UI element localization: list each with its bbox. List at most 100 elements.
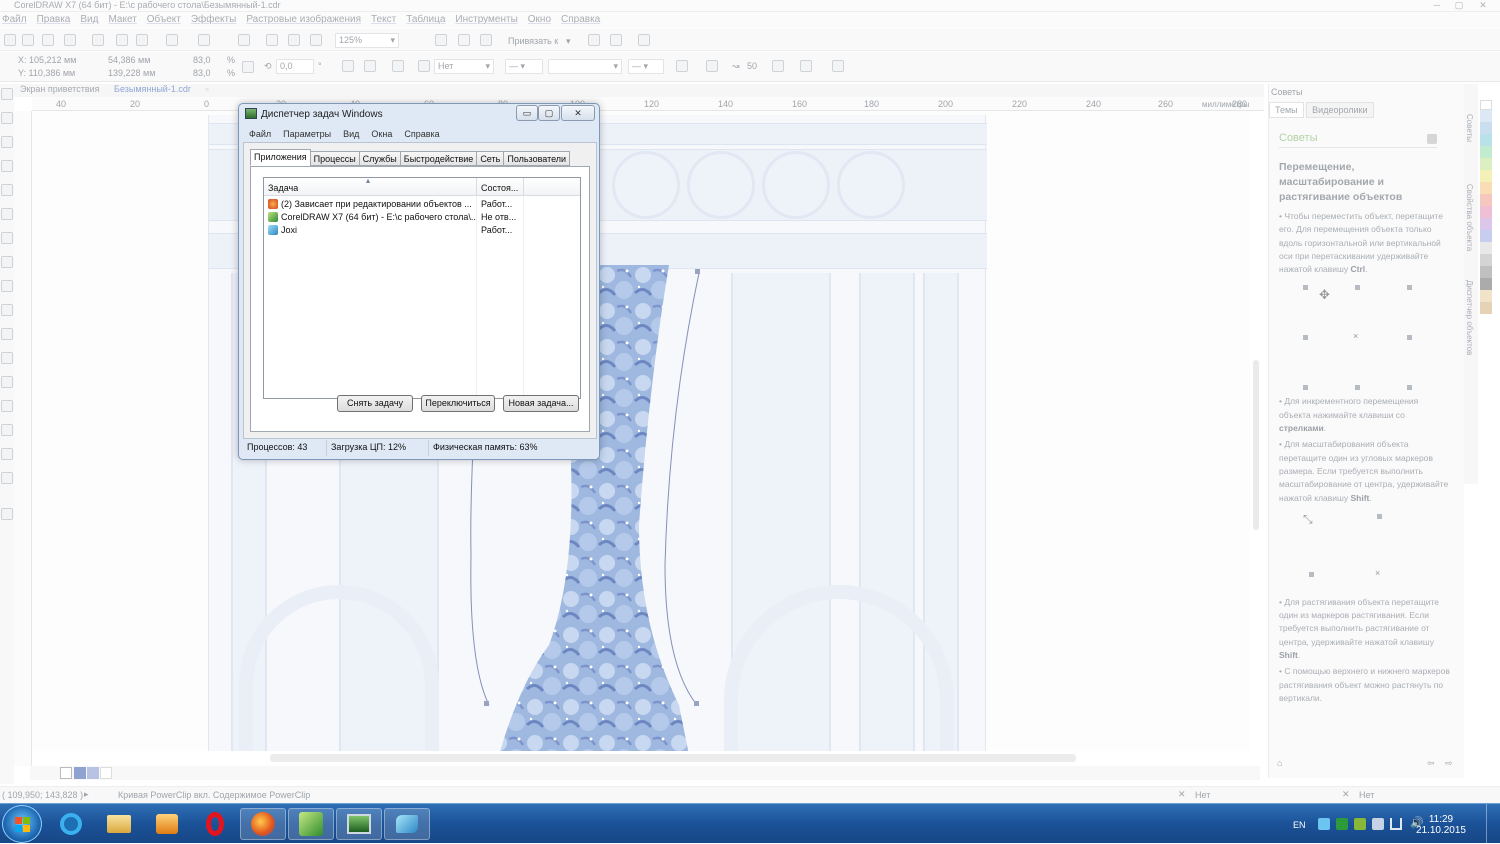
- export-icon[interactable]: [288, 34, 300, 46]
- drop-shadow-icon[interactable]: [1, 376, 13, 388]
- explorer-taskbar-icon[interactable]: [96, 808, 142, 840]
- wrap-text-icon[interactable]: [392, 60, 404, 72]
- color-swatch[interactable]: [1480, 158, 1492, 170]
- tab-videos[interactable]: Видеоролики: [1306, 102, 1374, 118]
- task-manager-taskbar-icon[interactable]: [336, 808, 382, 840]
- color-swatch[interactable]: [1480, 266, 1492, 278]
- tab-networking[interactable]: Сеть: [476, 151, 505, 166]
- new-task-button[interactable]: Новая задача...: [503, 395, 579, 412]
- play-icon[interactable]: ▸: [84, 789, 89, 800]
- new-icon[interactable]: [4, 34, 16, 46]
- color-swatch[interactable]: [87, 767, 99, 779]
- pick-tool-icon[interactable]: [1, 88, 13, 100]
- search-content-icon[interactable]: [238, 34, 250, 46]
- tm-menu-options[interactable]: Параметры: [277, 127, 337, 142]
- color-swatch[interactable]: [1480, 122, 1492, 134]
- vtab-hints[interactable]: Советы: [1465, 114, 1474, 142]
- connector-tool-icon[interactable]: [1, 352, 13, 364]
- text-tool-icon[interactable]: [1, 304, 13, 316]
- switch-to-button[interactable]: Переключиться: [421, 395, 495, 412]
- menu-bitmaps[interactable]: Растровые изображения: [244, 12, 369, 28]
- clock[interactable]: 11:29 21.10.2015: [1416, 814, 1466, 836]
- redo-icon[interactable]: [198, 34, 210, 46]
- color-swatch[interactable]: [1480, 182, 1492, 194]
- vertical-scrollbar[interactable]: [1253, 360, 1259, 530]
- column-task[interactable]: Задача: [268, 183, 298, 193]
- task-row[interactable]: Joxi Работ...: [264, 224, 580, 237]
- color-swatch[interactable]: [1480, 194, 1492, 206]
- opera-taskbar-icon[interactable]: [192, 808, 238, 840]
- color-swatch[interactable]: [100, 767, 112, 779]
- chevron-down-icon[interactable]: ▾: [566, 36, 571, 47]
- polygon-tool-icon[interactable]: [1, 280, 13, 292]
- copy-icon[interactable]: [116, 34, 128, 46]
- task-row[interactable]: (2) Зависает при редактировании объектов…: [264, 198, 580, 211]
- tm-close-icon[interactable]: ✕: [561, 105, 595, 121]
- y-position-field[interactable]: Y: 110,386 мм: [18, 68, 75, 78]
- tab-topics[interactable]: Темы: [1269, 102, 1304, 118]
- color-swatch[interactable]: [1480, 278, 1492, 290]
- add-tool-icon[interactable]: [1, 508, 13, 520]
- help-icon[interactable]: [1427, 134, 1437, 144]
- tm-minimize-icon[interactable]: ▭: [516, 105, 538, 121]
- full-screen-icon[interactable]: [435, 34, 447, 46]
- start-button[interactable]: [2, 805, 42, 843]
- tray-app-icon[interactable]: [1318, 818, 1330, 830]
- drawing-canvas[interactable]: [32, 111, 1250, 751]
- mirror-v-icon[interactable]: [364, 60, 376, 72]
- open-icon[interactable]: [22, 34, 34, 46]
- menu-table[interactable]: Таблица: [404, 12, 453, 28]
- angle-field[interactable]: 0,0: [276, 59, 314, 74]
- cut-icon[interactable]: [92, 34, 104, 46]
- zoom-level-dropdown[interactable]: 125% ▾: [335, 33, 399, 48]
- menu-view[interactable]: Вид: [78, 12, 106, 28]
- menu-layout[interactable]: Макет: [106, 12, 144, 28]
- color-swatch[interactable]: [1480, 170, 1492, 182]
- fill-icon[interactable]: [418, 60, 430, 72]
- import-icon[interactable]: [266, 34, 278, 46]
- height-field[interactable]: 139,228 мм: [108, 68, 155, 78]
- interactive-fill-icon[interactable]: [1, 448, 13, 460]
- line-style-dropdown[interactable]: ▾: [548, 59, 622, 74]
- grid-icon[interactable]: [480, 34, 492, 46]
- mirror-h-icon[interactable]: [342, 60, 354, 72]
- back-icon[interactable]: ⇦: [1427, 758, 1435, 769]
- menu-text[interactable]: Текст: [369, 12, 404, 28]
- width-field[interactable]: 54,386 мм: [108, 55, 150, 65]
- menu-effects[interactable]: Эффекты: [189, 12, 244, 28]
- tm-menu-windows[interactable]: Окна: [365, 127, 398, 142]
- outline-width-dropdown[interactable]: Нет ▾: [434, 59, 494, 74]
- color-swatch[interactable]: [1480, 134, 1492, 146]
- start-arrow-dropdown[interactable]: — ▾: [505, 59, 543, 74]
- options-icon[interactable]: [588, 34, 600, 46]
- color-swatch[interactable]: [1480, 302, 1492, 314]
- text-wrap-icon[interactable]: [706, 60, 718, 72]
- x-position-field[interactable]: X: 105,212 мм: [18, 55, 76, 65]
- color-swatch[interactable]: [1480, 290, 1492, 302]
- new-tab-icon[interactable]: ▫: [199, 84, 214, 94]
- scale-y-field[interactable]: 83,0: [193, 68, 211, 78]
- vtab-object-properties[interactable]: Свойства объекта: [1465, 184, 1474, 251]
- close-curve-icon[interactable]: [676, 60, 688, 72]
- print-icon[interactable]: [64, 34, 76, 46]
- node-icon[interactable]: [772, 60, 784, 72]
- scale-x-field[interactable]: 83,0: [193, 55, 211, 65]
- convert-icon[interactable]: [832, 60, 844, 72]
- shape-tool-icon[interactable]: [1, 112, 13, 124]
- maximize-icon[interactable]: ▢: [1450, 0, 1468, 10]
- end-arrow-dropdown[interactable]: — ▾: [628, 59, 664, 74]
- color-swatch[interactable]: [1480, 218, 1492, 230]
- tm-menu-help[interactable]: Справка: [398, 127, 445, 142]
- transparency-icon[interactable]: [1, 400, 13, 412]
- end-task-button[interactable]: Снять задачу: [337, 395, 413, 412]
- close-icon[interactable]: ✕: [1474, 0, 1492, 10]
- vtab-object-manager[interactable]: Диспетчер объектов: [1465, 280, 1474, 355]
- app-launcher-icon[interactable]: [610, 34, 622, 46]
- task-manager-window[interactable]: Диспетчер задач Windows ▭ ▢ ✕ Файл Парам…: [238, 103, 600, 460]
- save-icon[interactable]: [42, 34, 54, 46]
- menu-help[interactable]: Справка: [559, 12, 608, 28]
- language-indicator[interactable]: EN: [1293, 820, 1306, 830]
- tab-document[interactable]: Безымянный-1.cdr: [108, 84, 197, 94]
- tab-applications[interactable]: Приложения: [250, 149, 311, 166]
- ie-taskbar-icon[interactable]: [48, 808, 94, 840]
